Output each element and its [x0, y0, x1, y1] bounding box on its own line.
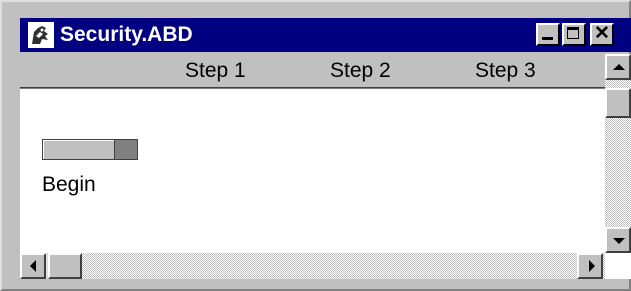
progress-handle[interactable] [114, 140, 137, 159]
steps-header: Step 1 Step 2 Step 3 [20, 54, 605, 90]
vertical-scrollbar[interactable] [605, 54, 631, 253]
step-3-label: Step 3 [475, 59, 536, 82]
title-bar[interactable]: Security.ABD ✕ [20, 18, 631, 52]
scroll-right-button[interactable] [577, 253, 603, 279]
step-2-label: Step 2 [330, 59, 391, 82]
arrow-up-icon [613, 64, 625, 70]
close-button[interactable]: ✕ [590, 23, 614, 46]
window-title: Security.ABD [60, 23, 193, 46]
app-icon[interactable] [28, 22, 54, 48]
step-1-label: Step 1 [185, 59, 246, 82]
scroll-left-button[interactable] [20, 253, 46, 279]
progress-bar[interactable] [42, 139, 138, 160]
vertical-scroll-thumb[interactable] [605, 88, 631, 118]
scrollbar-corner [605, 253, 631, 279]
minimize-icon [542, 37, 553, 40]
scroll-up-button[interactable] [605, 54, 631, 80]
minimize-button[interactable] [536, 23, 560, 46]
begin-label: Begin [42, 173, 96, 196]
maximize-icon [567, 27, 579, 39]
horizontal-scrollbar[interactable] [20, 253, 605, 279]
horizontal-scroll-thumb[interactable] [48, 253, 82, 279]
close-icon: ✕ [594, 23, 610, 44]
arrow-down-icon [613, 238, 625, 244]
arrow-right-icon [589, 260, 595, 272]
scroll-down-button[interactable] [605, 227, 631, 253]
arrow-left-icon [30, 260, 36, 272]
maximize-button[interactable] [562, 23, 586, 46]
content-area: Begin [20, 89, 605, 253]
